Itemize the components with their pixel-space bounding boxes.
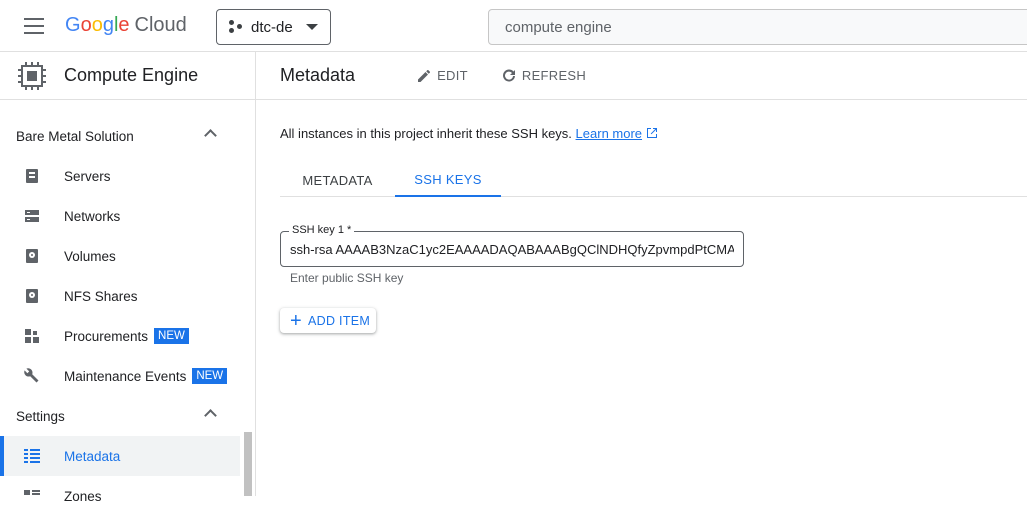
- plus-icon: +: [290, 309, 302, 332]
- ssh-key-input[interactable]: [281, 232, 743, 266]
- sidebar-item-servers[interactable]: Servers: [0, 156, 255, 196]
- info-message: All instances in this project inherit th…: [280, 126, 572, 141]
- main-content: Metadata EDIT REFRESH All instances in t…: [256, 52, 1027, 496]
- chevron-up-icon: [204, 409, 217, 422]
- project-icon: [229, 20, 243, 34]
- project-selector[interactable]: dtc-de: [216, 9, 331, 45]
- learn-more-link[interactable]: Learn more: [576, 126, 642, 141]
- edit-button[interactable]: EDIT: [416, 68, 468, 84]
- add-item-button[interactable]: + ADD ITEM: [280, 308, 376, 333]
- sidebar-item-metadata[interactable]: Metadata: [0, 436, 240, 476]
- page-header: Metadata EDIT REFRESH: [256, 52, 1027, 100]
- volume-icon: [26, 249, 38, 263]
- info-text: All instances in this project inherit th…: [280, 126, 658, 141]
- sidebar-item-label: Volumes: [64, 248, 116, 264]
- sidebar-item-label: Zones: [64, 488, 102, 504]
- wrench-icon: [24, 368, 39, 383]
- dropdown-arrow-icon: [306, 24, 318, 30]
- zones-icon: [24, 490, 40, 495]
- sidebar-header: Compute Engine: [0, 52, 255, 100]
- compute-engine-icon: [18, 61, 46, 90]
- refresh-icon: [502, 68, 515, 81]
- chevron-up-icon: [204, 129, 217, 142]
- sidebar-item-volumes[interactable]: Volumes: [0, 236, 255, 276]
- edit-label: EDIT: [437, 68, 468, 83]
- group-label: Bare Metal Solution: [16, 128, 134, 144]
- group-label: Settings: [16, 408, 65, 424]
- page-title: Metadata: [280, 65, 356, 85]
- sidebar-item-maintenance-events[interactable]: Maintenance Events NEW: [0, 356, 255, 396]
- sidebar-item-label: Maintenance Events: [64, 368, 187, 384]
- sidebar: Compute Engine Bare Metal Solution Serve…: [0, 52, 256, 504]
- refresh-button[interactable]: REFRESH: [501, 68, 586, 84]
- procurement-icon: [25, 329, 39, 343]
- network-icon: [25, 210, 39, 222]
- sidebar-item-label: NFS Shares: [64, 288, 138, 304]
- tab-ssh-keys[interactable]: SSH KEYS: [395, 164, 501, 197]
- sidebar-item-zones[interactable]: Zones: [0, 476, 255, 516]
- tab-metadata[interactable]: METADATA: [280, 164, 395, 197]
- list-icon: [24, 449, 40, 463]
- new-badge: NEW: [192, 368, 228, 384]
- sidebar-item-label: Metadata: [64, 448, 121, 464]
- sidebar-item-procurements[interactable]: Procurements NEW: [0, 316, 255, 356]
- menu-icon[interactable]: [24, 18, 44, 34]
- sidebar-item-networks[interactable]: Networks: [0, 196, 255, 236]
- google-cloud-logo[interactable]: Google Cloud: [65, 14, 187, 37]
- project-name: dtc-de: [251, 18, 293, 36]
- sidebar-scrollbar[interactable]: [244, 432, 252, 496]
- search-input[interactable]: [488, 9, 1027, 45]
- add-item-label: ADD ITEM: [307, 313, 371, 328]
- external-link-icon[interactable]: [646, 127, 658, 139]
- ssh-key-label: SSH key 1 *: [289, 224, 355, 236]
- sidebar-item-nfs-shares[interactable]: NFS Shares: [0, 276, 255, 316]
- nfs-icon: [26, 289, 38, 303]
- sidebar-group-bare-metal[interactable]: Bare Metal Solution: [0, 116, 255, 156]
- sidebar-item-label: Servers: [64, 168, 111, 184]
- tab-bar: METADATA SSH KEYS: [280, 164, 1027, 197]
- sidebar-title: Compute Engine: [64, 65, 199, 85]
- pencil-icon: [418, 69, 431, 82]
- new-badge: NEW: [154, 328, 189, 344]
- server-icon: [26, 169, 38, 183]
- refresh-label: REFRESH: [521, 68, 587, 83]
- ssh-key-hint: Enter public SSH key: [290, 271, 404, 285]
- top-bar: Google Cloud dtc-de: [0, 0, 1027, 52]
- ssh-key-field: SSH key 1 *: [280, 224, 744, 267]
- sidebar-item-label: Networks: [64, 208, 121, 224]
- learn-more-label: Learn more: [575, 126, 643, 141]
- sidebar-group-settings[interactable]: Settings: [0, 396, 255, 436]
- sidebar-item-label: Procurements: [64, 328, 149, 344]
